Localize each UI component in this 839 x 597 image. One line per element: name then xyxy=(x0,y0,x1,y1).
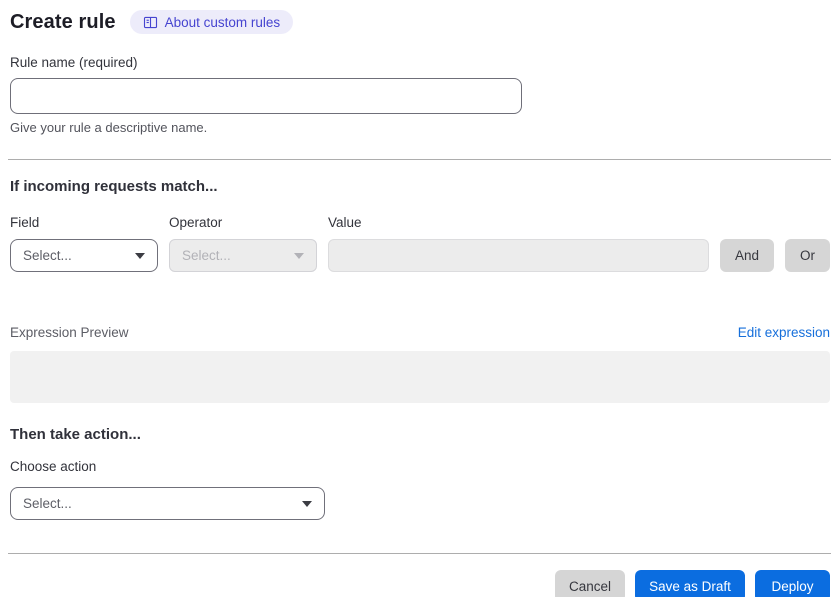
match-section-heading: If incoming requests match... xyxy=(10,178,218,195)
chevron-down-icon xyxy=(294,252,304,259)
expression-preview-header: Expression Preview Edit expression xyxy=(10,325,830,340)
rule-name-helper: Give your rule a descriptive name. xyxy=(10,120,208,135)
operator-select-value: Select... xyxy=(182,248,231,263)
save-draft-button[interactable]: Save as Draft xyxy=(635,570,745,597)
or-button[interactable]: Or xyxy=(785,239,830,272)
chevron-down-icon xyxy=(135,252,145,259)
action-section-heading: Then take action... xyxy=(10,426,141,443)
footer-actions: Cancel Save as Draft Deploy xyxy=(10,570,830,597)
about-custom-rules-badge[interactable]: About custom rules xyxy=(129,10,294,34)
chevron-down-icon xyxy=(302,500,312,507)
rule-name-label: Rule name (required) xyxy=(10,55,138,70)
expression-preview-label: Expression Preview xyxy=(10,325,129,340)
rule-name-input[interactable] xyxy=(10,78,522,114)
operator-select[interactable]: Select... xyxy=(169,239,317,272)
operator-column: Operator Select... xyxy=(169,215,317,272)
action-select[interactable]: Select... xyxy=(10,487,325,520)
field-label: Field xyxy=(10,215,40,230)
book-reader-icon xyxy=(143,15,158,30)
operator-label: Operator xyxy=(169,215,223,230)
section-divider xyxy=(8,159,831,160)
and-button[interactable]: And xyxy=(720,239,774,272)
create-rule-page: Create rule About custom rules Rule name… xyxy=(0,0,839,597)
action-select-value: Select... xyxy=(23,496,72,511)
expression-preview-box xyxy=(10,351,830,403)
page-header: Create rule About custom rules xyxy=(10,8,830,36)
rule-name-section: Rule name (required) Give your rule a de… xyxy=(10,55,830,135)
value-label: Value xyxy=(328,215,362,230)
about-badge-label: About custom rules xyxy=(164,14,281,30)
match-condition-row: Field Select... Operator Select... Value… xyxy=(10,215,830,272)
value-input[interactable] xyxy=(328,239,709,272)
value-column: Value xyxy=(328,215,709,272)
edit-expression-link[interactable]: Edit expression xyxy=(738,325,830,340)
cancel-button[interactable]: Cancel xyxy=(555,570,625,597)
field-select-value: Select... xyxy=(23,248,72,263)
choose-action-label: Choose action xyxy=(10,459,97,474)
footer-divider xyxy=(8,553,831,554)
page-title: Create rule xyxy=(10,10,116,33)
field-select[interactable]: Select... xyxy=(10,239,158,272)
deploy-button[interactable]: Deploy xyxy=(755,570,830,597)
field-column: Field Select... xyxy=(10,215,158,272)
